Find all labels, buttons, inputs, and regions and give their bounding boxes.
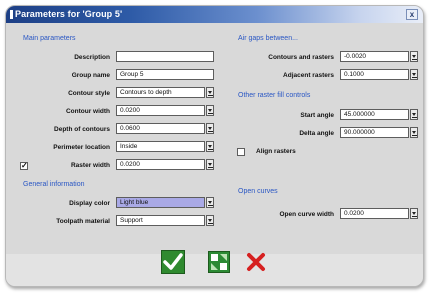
- adjacent-rasters-field[interactable]: 0.1000: [340, 69, 409, 80]
- depth-of-contours-dropdown-icon[interactable]: [206, 123, 214, 134]
- contour-style-select[interactable]: Contours to depth: [116, 87, 205, 98]
- title-bar: Parameters for 'Group 5' x: [6, 6, 423, 23]
- preview-button[interactable]: [208, 251, 230, 273]
- air-gaps-heading: Air gaps between...: [238, 35, 298, 42]
- contour-style-label: Contour style: [68, 90, 110, 97]
- start-angle-field[interactable]: 45.000000: [340, 109, 409, 120]
- delta-angle-label: Delta angle: [299, 130, 334, 137]
- description-label: Description: [74, 54, 110, 61]
- perimeter-location-select[interactable]: Inside: [116, 141, 205, 152]
- delta-angle-dropdown-icon[interactable]: [410, 127, 418, 138]
- raster-width-label: Raster width: [70, 162, 110, 169]
- perimeter-location-dropdown-icon[interactable]: [206, 141, 214, 152]
- group-name-field[interactable]: Group 5: [116, 69, 214, 80]
- window-icon: [10, 10, 13, 19]
- open-curve-width-dropdown-icon[interactable]: [410, 208, 418, 219]
- contours-and-rasters-field[interactable]: -0.0020: [340, 51, 409, 62]
- display-color-select[interactable]: Light blue: [116, 197, 205, 208]
- parameters-dialog: Parameters for 'Group 5' x Main paramete…: [5, 5, 424, 287]
- contour-width-field[interactable]: 0.0200: [116, 105, 205, 116]
- contours-and-rasters-dropdown-icon[interactable]: [410, 51, 418, 62]
- open-curve-width-field[interactable]: 0.0200: [340, 208, 409, 219]
- description-field[interactable]: [116, 51, 214, 62]
- window-title: Parameters for 'Group 5': [15, 9, 123, 19]
- contour-style-dropdown-icon[interactable]: [206, 87, 214, 98]
- group-name-label: Group name: [71, 72, 110, 79]
- cancel-button[interactable]: [246, 252, 266, 272]
- display-color-dropdown-icon[interactable]: [206, 197, 214, 208]
- start-angle-label: Start angle: [300, 112, 334, 119]
- main-parameters-heading: Main parameters: [23, 35, 76, 42]
- cancel-x-icon: [247, 253, 265, 271]
- contour-width-label: Contour width: [65, 108, 110, 115]
- toolpath-material-dropdown-icon[interactable]: [206, 215, 214, 226]
- depth-of-contours-label: Depth of contours: [54, 126, 110, 133]
- align-rasters-label: Align rasters: [256, 148, 296, 155]
- adjacent-rasters-label: Adjacent rasters: [283, 72, 334, 79]
- contour-width-dropdown-icon[interactable]: [206, 105, 214, 116]
- toolpath-material-label: Toolpath material: [56, 218, 110, 225]
- display-color-label: Display color: [69, 200, 110, 207]
- depth-of-contours-field[interactable]: 0.0600: [116, 123, 205, 134]
- checkmark-icon: [163, 253, 183, 270]
- start-angle-dropdown-icon[interactable]: [410, 109, 418, 120]
- preview-icon: [211, 254, 227, 270]
- perimeter-location-label: Perimeter location: [53, 144, 110, 151]
- toolpath-material-select[interactable]: Support: [116, 215, 205, 226]
- raster-fill-heading: Other raster fill controls: [238, 92, 311, 99]
- adjacent-rasters-dropdown-icon[interactable]: [410, 69, 418, 80]
- delta-angle-field[interactable]: 90.000000: [340, 127, 409, 138]
- raster-width-dropdown-icon[interactable]: [206, 159, 214, 170]
- ok-button[interactable]: [161, 250, 185, 274]
- open-curves-heading: Open curves: [238, 188, 278, 195]
- contours-and-rasters-label: Contours and rasters: [268, 54, 334, 61]
- align-rasters-checkbox[interactable]: [237, 148, 245, 156]
- general-information-heading: General information: [23, 181, 85, 188]
- raster-width-field[interactable]: 0.0200: [116, 159, 205, 170]
- open-curve-width-label: Open curve width: [279, 211, 334, 218]
- close-button[interactable]: x: [406, 9, 418, 20]
